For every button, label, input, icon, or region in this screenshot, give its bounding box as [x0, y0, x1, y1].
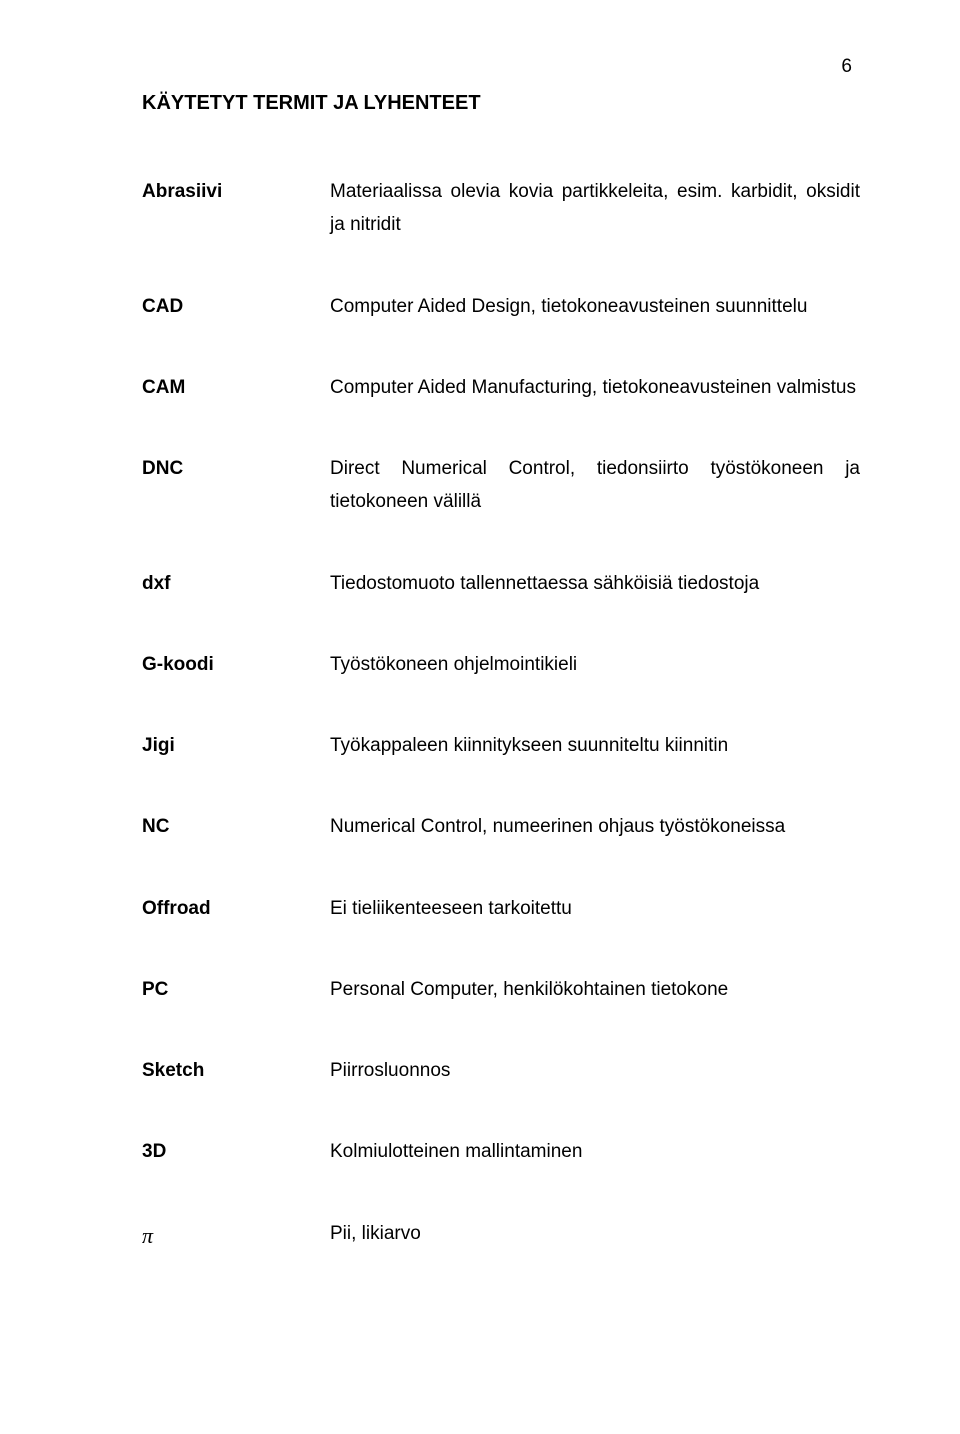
term-definition: Personal Computer, henkilökohtainen tiet…: [330, 973, 860, 1006]
term-label: Offroad: [142, 892, 330, 925]
term-definition: Kolmiulotteinen mallintaminen: [330, 1135, 860, 1168]
glossary-entry: CAD Computer Aided Design, tietokoneavus…: [142, 290, 860, 323]
term-definition: Työstökoneen ohjelmointikieli: [330, 648, 860, 681]
term-label: Jigi: [142, 729, 330, 762]
glossary-entry: Abrasiivi Materiaalissa olevia kovia par…: [142, 175, 860, 242]
glossary-entry: dxf Tiedostomuoto tallennettaessa sähköi…: [142, 567, 860, 600]
page-number: 6: [841, 56, 852, 78]
glossary-entry: CAM Computer Aided Manufacturing, tietok…: [142, 371, 860, 404]
glossary-entry: Offroad Ei tieliikenteeseen tarkoitettu: [142, 892, 860, 925]
glossary-entry: DNC Direct Numerical Control, tiedonsiir…: [142, 452, 860, 519]
term-definition: Materiaalissa olevia kovia partikkeleita…: [330, 175, 860, 242]
term-definition: Numerical Control, numeerinen ohjaus työ…: [330, 810, 860, 843]
glossary-entry: Jigi Työkappaleen kiinnitykseen suunnite…: [142, 729, 860, 762]
glossary-entry: G-koodi Työstökoneen ohjelmointikieli: [142, 648, 860, 681]
glossary-entry: Sketch Piirrosluonnos: [142, 1054, 860, 1087]
glossary-entry: NC Numerical Control, numeerinen ohjaus …: [142, 810, 860, 843]
term-definition: Työkappaleen kiinnitykseen suunniteltu k…: [330, 729, 860, 762]
term-label: Sketch: [142, 1054, 330, 1087]
glossary-entry: 3D Kolmiulotteinen mallintaminen: [142, 1135, 860, 1168]
term-label: NC: [142, 810, 330, 843]
glossary-entry: π Pii, likiarvo: [142, 1217, 860, 1256]
term-definition: Computer Aided Manufacturing, tietokonea…: [330, 371, 860, 404]
term-label: G-koodi: [142, 648, 330, 681]
term-label: 3D: [142, 1135, 330, 1168]
term-label: CAD: [142, 290, 330, 323]
glossary-entry: PC Personal Computer, henkilökohtainen t…: [142, 973, 860, 1006]
term-label: dxf: [142, 567, 330, 600]
term-label: Abrasiivi: [142, 175, 330, 208]
term-label: CAM: [142, 371, 330, 404]
term-label: DNC: [142, 452, 330, 485]
page-title: KÄYTETYT TERMIT JA LYHENTEET: [142, 92, 860, 115]
term-definition: Ei tieliikenteeseen tarkoitettu: [330, 892, 860, 925]
pi-symbol: π: [142, 1223, 153, 1248]
document-page: 6 KÄYTETYT TERMIT JA LYHENTEET Abrasiivi…: [0, 0, 960, 1434]
term-definition: Direct Numerical Control, tiedonsiirto t…: [330, 452, 860, 519]
term-label: PC: [142, 973, 330, 1006]
term-label: π: [142, 1217, 330, 1256]
term-definition: Tiedostomuoto tallennettaessa sähköisiä …: [330, 567, 860, 600]
term-definition: Piirrosluonnos: [330, 1054, 860, 1087]
term-definition: Computer Aided Design, tietokoneavustein…: [330, 290, 860, 323]
term-definition: Pii, likiarvo: [330, 1217, 860, 1250]
